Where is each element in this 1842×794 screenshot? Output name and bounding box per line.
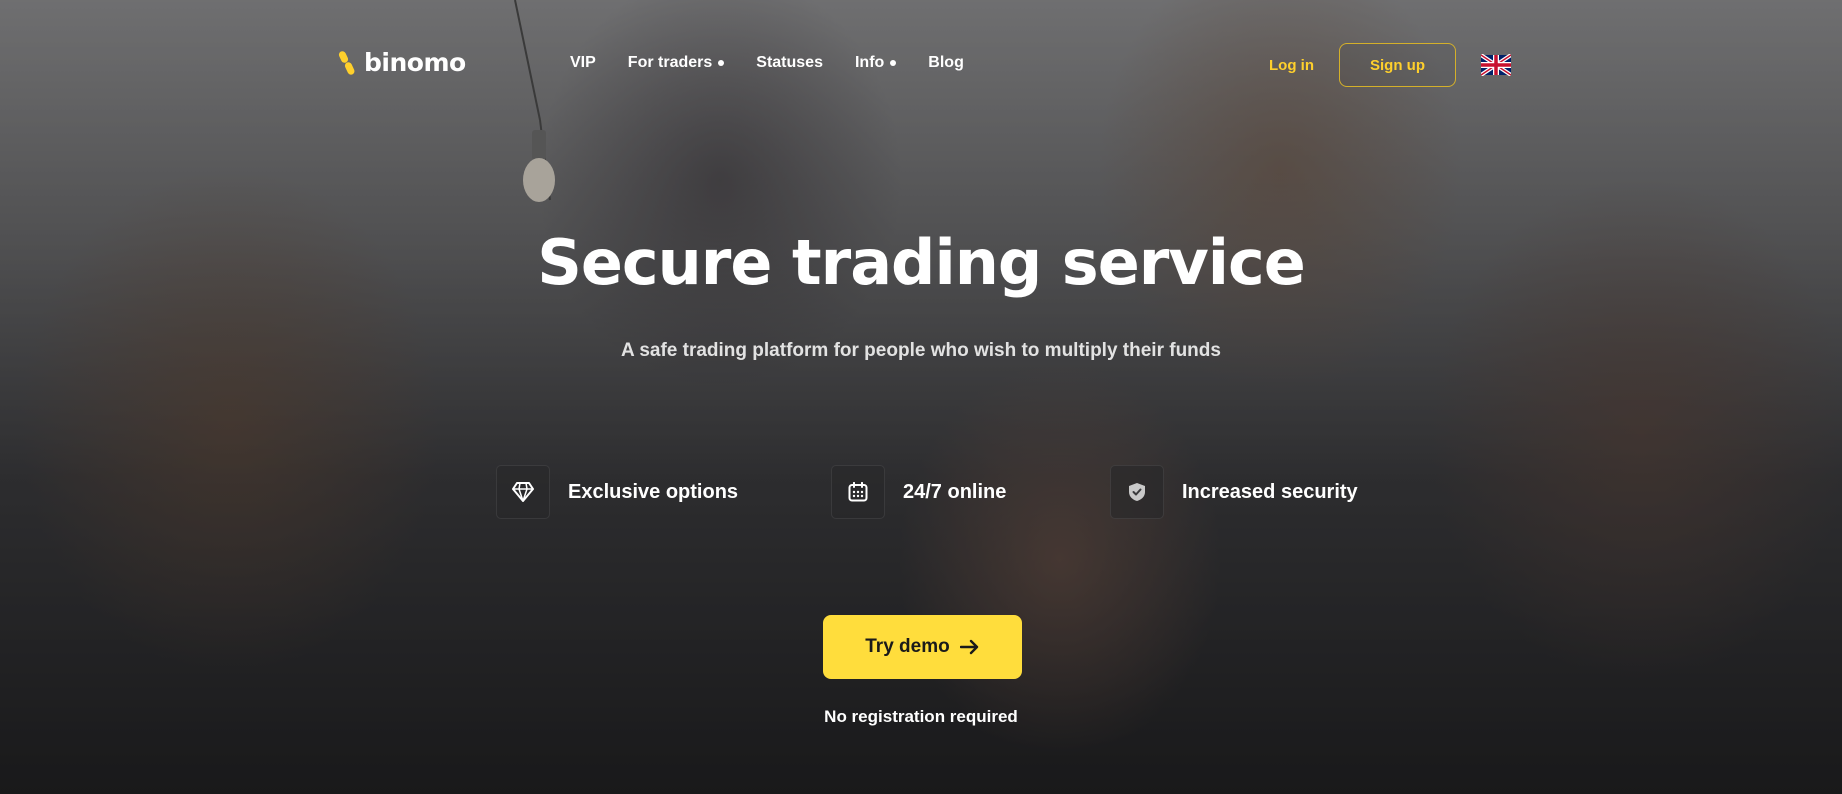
feature-icon-box	[496, 465, 550, 519]
shield-check-icon	[1129, 483, 1145, 501]
nav-item-statuses[interactable]: Statuses	[756, 54, 823, 72]
nav-item-label: Info	[854, 54, 885, 71]
diamond-icon	[512, 482, 534, 502]
try-demo-label: Try demo	[865, 636, 950, 657]
dropdown-dot-icon	[890, 60, 897, 66]
hero-subtitle: A safe trading platform for people who w…	[621, 340, 1221, 361]
nav-item-label: Blog	[928, 54, 964, 71]
feature-label: Exclusive options	[568, 480, 739, 503]
logo-bolt-icon	[338, 50, 355, 75]
calendar-icon	[848, 482, 868, 502]
feature-24-7-online: 24/7 online	[831, 465, 1006, 519]
nav-item-vip[interactable]: VIP	[570, 54, 596, 72]
try-demo-button[interactable]: Try demo	[823, 615, 1022, 679]
feature-label: 24/7 online	[903, 480, 1007, 503]
site-header: binomo VIP For traders Statuses Info Blo…	[0, 0, 1842, 130]
nav-item-info[interactable]: Info	[854, 54, 897, 72]
feature-icon-box	[1110, 465, 1164, 519]
nav-item-label: For traders	[627, 54, 713, 71]
dropdown-dot-icon	[718, 60, 725, 66]
nav-item-label: VIP	[570, 54, 596, 71]
auth-controls: Log in Sign up	[1250, 43, 1511, 87]
main-nav: VIP For traders Statuses Info Blog	[570, 54, 964, 72]
arrow-right-icon	[959, 639, 978, 655]
logo-text: binomo	[364, 48, 466, 77]
feature-label: Increased security	[1182, 480, 1358, 503]
uk-flag-icon[interactable]	[1481, 54, 1511, 76]
hero-title: Secure trading service	[537, 226, 1306, 299]
feature-increased-security: Increased security	[1110, 465, 1358, 519]
signup-button[interactable]: Sign up	[1339, 43, 1456, 87]
feature-icon-box	[831, 465, 885, 519]
feature-exclusive-options: Exclusive options	[496, 465, 738, 519]
nav-item-blog[interactable]: Blog	[928, 54, 964, 72]
binomo-logo[interactable]: binomo	[338, 48, 466, 77]
nav-item-for-traders[interactable]: For traders	[627, 54, 725, 72]
nav-item-label: Statuses	[756, 54, 823, 71]
login-link[interactable]: Log in	[1269, 57, 1314, 74]
no-registration-note: No registration required	[824, 707, 1018, 726]
